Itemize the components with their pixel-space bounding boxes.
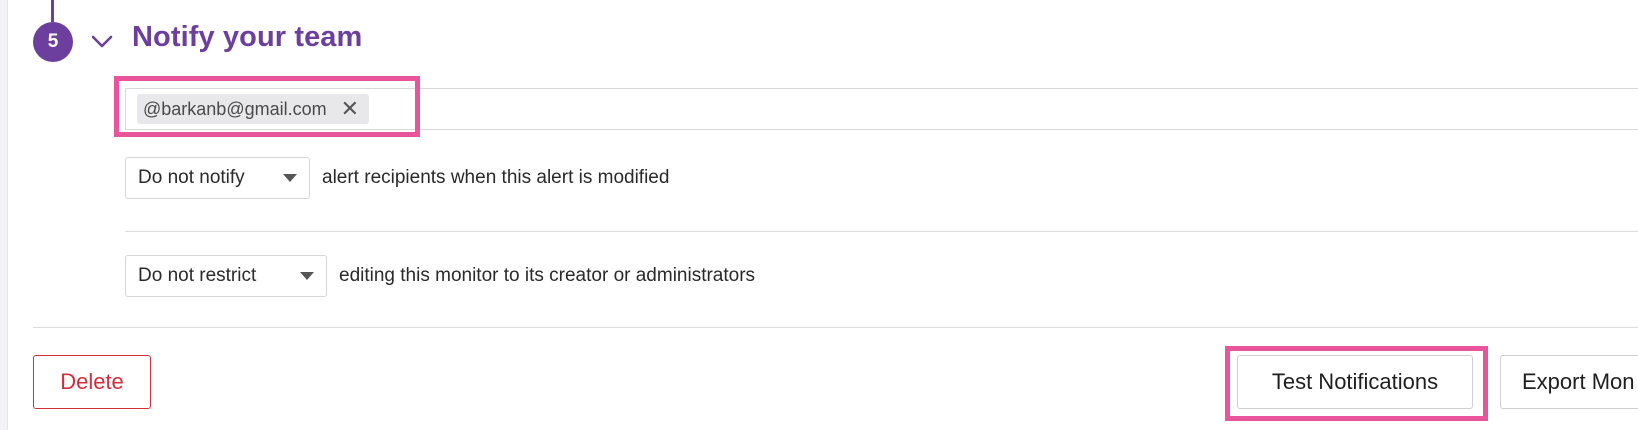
caret-down-icon [300, 272, 314, 280]
restrict-editing-description: editing this monitor to its creator or a… [339, 265, 756, 286]
divider [33, 327, 1638, 328]
notify-modified-description: alert recipients when this alert is modi… [322, 167, 670, 188]
step-connector-line [51, 0, 54, 22]
notify-modified-select[interactable]: Do not notify [125, 157, 310, 199]
caret-down-icon [283, 174, 297, 182]
recipient-tag: @barkanb@gmail.com ✕ [137, 94, 370, 124]
left-rail [0, 0, 8, 430]
step-number-badge: 5 [33, 22, 73, 62]
restrict-editing-select-value: Do not restrict [138, 265, 257, 286]
recipient-tag-label: @barkanb@gmail.com [143, 98, 327, 119]
test-notifications-button[interactable]: Test Notifications [1237, 355, 1473, 409]
restrict-editing-select[interactable]: Do not restrict [125, 255, 327, 297]
notify-section: 5 Notify your team @barkanb@gmail.com ✕ … [0, 0, 1638, 430]
divider [125, 231, 1638, 232]
notify-modified-row: Do not notify alert recipients when this… [125, 157, 669, 199]
delete-button[interactable]: Delete [33, 355, 151, 409]
restrict-editing-row: Do not restrict editing this monitor to … [125, 255, 755, 297]
chevron-down-icon[interactable] [90, 30, 114, 54]
notify-modified-select-value: Do not notify [138, 167, 245, 188]
close-icon[interactable]: ✕ [341, 98, 359, 120]
export-monitor-button[interactable]: Export Mon [1500, 355, 1638, 409]
section-title: Notify your team [132, 21, 363, 53]
